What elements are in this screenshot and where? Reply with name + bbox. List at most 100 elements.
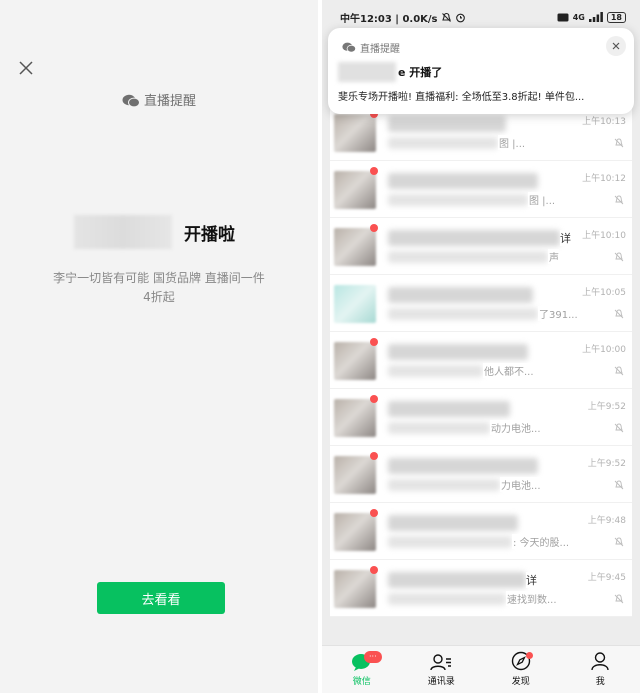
blurred-message-preview [388, 422, 490, 434]
blurred-chat-name [388, 515, 518, 531]
blurred-anchor-name [74, 215, 172, 249]
blurred-chat-name [388, 572, 526, 588]
reminder-header: 直播提醒 [0, 90, 318, 109]
alarm-icon [455, 13, 465, 22]
go-watch-button[interactable]: 去看看 [97, 582, 225, 614]
blurred-message-preview [388, 536, 512, 548]
status-time: 中午12:03 | 0.0K/s [340, 13, 438, 25]
notification-header: 直播提醒 [342, 40, 400, 55]
message-preview-tail: 动力电池... [490, 420, 541, 435]
notification-title-row: e 开播了 [338, 62, 442, 82]
chat-row[interactable]: 详声 上午10:10 [330, 218, 632, 275]
contacts-icon [430, 654, 452, 671]
avatar [334, 285, 376, 323]
blurred-message-preview [388, 365, 483, 377]
message-preview-tail: 速找到数... [506, 591, 557, 606]
chat-time: 上午9:52 [587, 459, 626, 469]
anchor-row: 开播啦 [74, 215, 235, 249]
notification-close-button[interactable] [606, 36, 626, 56]
mute-icon [614, 537, 624, 547]
chat-row[interactable]: 他人都不... 上午10:00 [330, 332, 632, 389]
live-description: 李宁一切皆有可能 国货品牌 直播间一件4折起 [53, 271, 265, 304]
chat-row[interactable]: 力电池... 上午9:52 [330, 446, 632, 503]
blurred-message-preview [388, 593, 506, 605]
blurred-chat-name [388, 173, 538, 189]
avatar [334, 171, 376, 209]
wechat-icon [342, 42, 356, 53]
live-reminder-panel: 直播提醒 开播啦 李宁一切皆有可能 国货品牌 直播间一件4折起 去看看 [0, 0, 318, 693]
battery-level: 18 [606, 11, 626, 23]
tab-label: 我 [595, 677, 605, 687]
chat-time: 上午10:05 [582, 288, 626, 298]
unread-dot [370, 338, 378, 346]
blurred-chat-name [388, 344, 528, 360]
chat-name-tail: 详 [560, 230, 571, 246]
tab-me[interactable]: 我 [561, 646, 640, 693]
unread-dot [370, 452, 378, 460]
chat-row[interactable]: 动力电池... 上午9:52 [330, 389, 632, 446]
tab-discover[interactable]: 发现 [481, 646, 561, 693]
avatar [334, 513, 376, 551]
tab-label: 发现 [511, 677, 530, 687]
blurred-message-preview [388, 251, 548, 263]
live-label: 开播啦 [184, 224, 235, 245]
mute-status-icon [441, 12, 451, 22]
blurred-chat-name [388, 401, 510, 417]
chat-time: 上午10:00 [582, 345, 626, 355]
reminder-header-text: 直播提醒 [143, 94, 196, 109]
chat-time: 上午10:12 [582, 174, 626, 184]
blurred-chat-name [388, 458, 538, 474]
tab-chats[interactable]: ··· 微信 [322, 646, 402, 693]
tab-contacts[interactable]: 通讯录 [402, 646, 482, 693]
discover-dot [525, 652, 533, 659]
chat-row[interactable]: : 今天的股... 上午9:48 [330, 503, 632, 560]
mute-icon [614, 366, 624, 376]
blurred-chat-name [388, 116, 506, 132]
mute-icon [614, 480, 624, 490]
blurred-chat-name [388, 287, 533, 303]
chat-time: 上午9:45 [587, 573, 626, 583]
signal-icon [588, 12, 603, 22]
hd-icon [557, 13, 569, 21]
chat-badge: ··· [364, 651, 382, 663]
chat-time: 上午9:48 [587, 516, 626, 526]
mute-icon [614, 138, 624, 148]
message-preview-tail: 了391... [538, 306, 578, 321]
message-preview-tail: : 今天的股... [512, 534, 570, 549]
chat-time: 上午10:10 [582, 231, 626, 241]
blurred-message-preview [388, 137, 498, 149]
message-preview-tail: 图 |... [528, 192, 556, 207]
avatar [334, 342, 376, 380]
network-type: 4G [572, 12, 585, 22]
chat-time: 上午10:13 [582, 117, 626, 127]
blurred-message-preview [388, 308, 538, 320]
notification-title: e 开播了 [398, 66, 443, 79]
blurred-message-preview [388, 479, 500, 491]
unread-dot [370, 395, 378, 403]
avatar [334, 399, 376, 437]
message-preview-tail: 他人都不... [483, 363, 534, 378]
avatar [334, 456, 376, 494]
avatar [334, 228, 376, 266]
message-preview-tail: 声 [548, 249, 559, 264]
chat-list: 图 |... 上午10:13 图 |... 上午10:12 详声 上午10:10 了391.… [330, 104, 632, 617]
unread-dot [370, 167, 378, 175]
message-preview-tail: 图 |... [498, 135, 526, 150]
wechat-chat-screen: 中午12:03 | 0.0K/s 4G 18 图 |... 上午10:13 图 |.… [322, 0, 640, 693]
avatar [334, 570, 376, 608]
mute-icon [614, 195, 624, 205]
tab-label: 通讯录 [427, 677, 455, 687]
chat-row[interactable]: 详速找到数... 上午9:45 [330, 560, 632, 617]
mute-icon [614, 594, 624, 604]
person-icon [591, 652, 609, 671]
chat-row[interactable]: 了391... 上午10:05 [330, 275, 632, 332]
close-icon[interactable] [16, 58, 36, 78]
tab-label: 微信 [352, 677, 371, 687]
chat-time: 上午9:52 [587, 402, 626, 412]
live-notification-banner[interactable]: 直播提醒 e 开播了 斐乐专场开播啦! 直播福利: 全场低至3.8折起! 单件包… [328, 28, 634, 114]
wechat-icon [122, 94, 140, 108]
chat-row[interactable]: 图 |... 上午10:12 [330, 161, 632, 218]
notification-header-text: 直播提醒 [360, 44, 400, 55]
mute-icon [614, 423, 624, 433]
unread-dot [370, 224, 378, 232]
